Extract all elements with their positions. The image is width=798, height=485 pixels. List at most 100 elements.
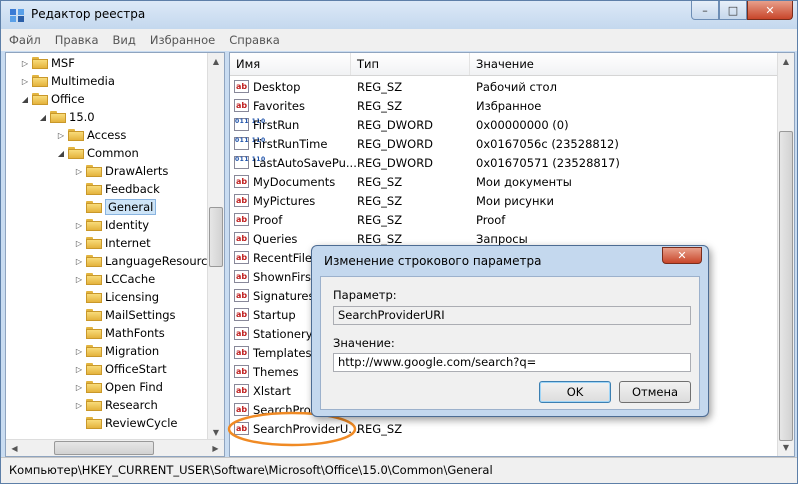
expand-arrow-icon[interactable]: ▷ bbox=[74, 167, 84, 176]
value-name: MyDocuments bbox=[253, 174, 336, 189]
tree-item[interactable]: ◢ Office bbox=[20, 90, 85, 108]
column-header-type[interactable]: Тип bbox=[351, 53, 470, 75]
folder-icon bbox=[50, 111, 66, 123]
scroll-up-arrow-icon[interactable]: ▲ bbox=[208, 53, 224, 70]
tree-item[interactable]: ReviewCycle bbox=[74, 414, 177, 432]
tree-item-label: MSF bbox=[51, 56, 75, 70]
ok-button[interactable]: OK bbox=[539, 381, 611, 403]
menu-help[interactable]: Справка bbox=[229, 33, 280, 47]
tree-item[interactable]: ▷ OfficeStart bbox=[74, 360, 167, 378]
list-row[interactable]: ab Proof REG_SZ Proof bbox=[230, 210, 778, 229]
tree-item[interactable]: Licensing bbox=[74, 288, 159, 306]
menu-favorites[interactable]: Избранное bbox=[150, 33, 215, 47]
tree-item[interactable]: ◢ Common bbox=[56, 144, 139, 162]
list-vertical-scrollbar[interactable]: ▲ ▼ bbox=[777, 53, 794, 456]
reg-sz-icon: ab bbox=[234, 327, 249, 340]
reg-dword-icon: 011 110 bbox=[234, 118, 265, 131]
reg-sz-icon: ab bbox=[234, 99, 249, 112]
folder-icon bbox=[32, 57, 48, 69]
folder-icon bbox=[86, 273, 102, 285]
value-name: Templates bbox=[253, 345, 312, 360]
expand-arrow-icon[interactable]: ▷ bbox=[74, 221, 84, 230]
minimize-button[interactable]: – bbox=[691, 1, 719, 20]
expand-arrow-icon[interactable]: ▷ bbox=[74, 257, 84, 266]
tree-item[interactable]: ▷ Access bbox=[56, 126, 126, 144]
list-row[interactable]: ab Desktop REG_SZ Рабочий стол bbox=[230, 77, 778, 96]
scroll-right-arrow-icon[interactable]: ▶ bbox=[207, 440, 224, 456]
expand-arrow-icon[interactable]: ▷ bbox=[74, 347, 84, 356]
tree-item[interactable]: ▷ Internet bbox=[74, 234, 151, 252]
column-header-name[interactable]: Имя bbox=[230, 53, 351, 75]
registry-tree[interactable]: ReviewCycle ▷ Research ▷ Open Find ▷ OfficeSta… bbox=[5, 52, 225, 457]
tree-item[interactable]: ▷ MSF bbox=[20, 54, 75, 72]
tree-item-label: DrawAlerts bbox=[105, 164, 169, 178]
list-row[interactable]: ab MyPictures REG_SZ Мои рисунки bbox=[230, 191, 778, 210]
value-name-cell: ab Favorites bbox=[234, 99, 305, 113]
expand-arrow-icon[interactable]: ▷ bbox=[74, 401, 84, 410]
value-label: Значение: bbox=[333, 336, 395, 350]
collapse-arrow-icon[interactable]: ◢ bbox=[20, 95, 30, 104]
param-name-field: SearchProviderURI bbox=[333, 306, 691, 325]
folder-icon bbox=[86, 255, 102, 267]
tree-vertical-scrollbar[interactable]: ▲ ▼ bbox=[207, 53, 224, 441]
folder-icon bbox=[86, 165, 102, 177]
tree-item[interactable]: ▷ Research bbox=[74, 396, 158, 414]
cancel-button[interactable]: Отмена bbox=[619, 381, 691, 403]
tree-item-label: 15.0 bbox=[69, 110, 95, 124]
collapse-arrow-icon[interactable]: ◢ bbox=[38, 113, 48, 122]
tree-item[interactable]: ▷ Open Find bbox=[74, 378, 163, 396]
edit-string-dialog: Изменение строкового параметра ✕ Парамет… bbox=[311, 245, 709, 417]
maximize-button[interactable]: □ bbox=[719, 1, 747, 20]
tree-item[interactable]: ▷ Identity bbox=[74, 216, 149, 234]
tree-item[interactable]: Feedback bbox=[74, 180, 160, 198]
folder-icon bbox=[86, 345, 102, 357]
tree-item[interactable]: MailSettings bbox=[74, 306, 176, 324]
expand-arrow-icon[interactable]: ▷ bbox=[74, 383, 84, 392]
expand-arrow-icon[interactable]: ▷ bbox=[74, 275, 84, 284]
list-row[interactable]: 011 110 LastAutoSavePu... REG_DWORD 0x01670… bbox=[230, 153, 778, 172]
tree-item[interactable]: MathFonts bbox=[74, 324, 165, 342]
tree-item[interactable]: ▷ Multimedia bbox=[20, 72, 115, 90]
tree-hscroll-thumb[interactable] bbox=[54, 441, 154, 455]
list-row[interactable]: ab Favorites REG_SZ Избранное bbox=[230, 96, 778, 115]
tree-horizontal-scrollbar[interactable]: ◀ ▶ bbox=[6, 439, 224, 456]
expand-arrow-icon[interactable]: ▷ bbox=[74, 239, 84, 248]
expand-arrow-icon[interactable]: ▷ bbox=[20, 59, 30, 68]
value-input[interactable]: http://www.google.com/search?q= bbox=[333, 353, 691, 372]
menu-file[interactable]: Файл bbox=[9, 33, 41, 47]
close-button[interactable]: ✕ bbox=[747, 1, 793, 20]
list-row[interactable]: ab SearchProviderU... REG_SZ bbox=[230, 419, 778, 438]
tree-item-label: Identity bbox=[105, 218, 150, 232]
tree-item[interactable]: ▷ DrawAlerts bbox=[74, 162, 168, 180]
folder-icon bbox=[86, 309, 102, 321]
scroll-up-arrow-icon[interactable]: ▲ bbox=[778, 53, 794, 70]
list-row[interactable]: 011 110 FirstRunTime REG_DWORD 0x0167056c (… bbox=[230, 134, 778, 153]
tree-item-label: LCCache bbox=[105, 272, 156, 286]
tree-item-label: Office bbox=[51, 92, 85, 106]
tree-item-label: Licensing bbox=[105, 290, 160, 304]
tree-item-label: MathFonts bbox=[105, 326, 165, 340]
tree-item[interactable]: ▷ LCCache bbox=[74, 270, 155, 288]
tree-item[interactable]: ▷ Migration bbox=[74, 342, 159, 360]
menu-edit[interactable]: Правка bbox=[55, 33, 99, 47]
collapse-arrow-icon[interactable]: ◢ bbox=[56, 149, 66, 158]
tree-item[interactable]: ◢ 15.0 bbox=[38, 108, 95, 126]
tree-item[interactable]: ▷ LanguageResources bbox=[74, 252, 221, 270]
value-name: Desktop bbox=[253, 79, 301, 94]
tree-scroll-thumb[interactable] bbox=[209, 207, 223, 267]
value-name-cell: ab MyPictures bbox=[234, 194, 315, 208]
dialog-close-button[interactable]: ✕ bbox=[662, 247, 702, 264]
list-scroll-thumb[interactable] bbox=[779, 131, 793, 441]
value-name: Xlstart bbox=[253, 383, 291, 398]
expand-arrow-icon[interactable]: ▷ bbox=[56, 131, 66, 140]
title-bar[interactable]: Редактор реестра – □ ✕ bbox=[1, 1, 797, 29]
expand-arrow-icon[interactable]: ▷ bbox=[74, 365, 84, 374]
column-header-value[interactable]: Значение bbox=[470, 53, 778, 75]
scroll-down-arrow-icon[interactable]: ▼ bbox=[778, 439, 794, 456]
menu-view[interactable]: Вид bbox=[113, 33, 136, 47]
list-row[interactable]: ab MyDocuments REG_SZ Мои документы bbox=[230, 172, 778, 191]
list-row[interactable]: 011 110 FirstRun REG_DWORD 0x00000000 (0) bbox=[230, 115, 778, 134]
scroll-left-arrow-icon[interactable]: ◀ bbox=[6, 440, 23, 456]
tree-item[interactable]: General bbox=[74, 198, 157, 216]
expand-arrow-icon[interactable]: ▷ bbox=[20, 77, 30, 86]
